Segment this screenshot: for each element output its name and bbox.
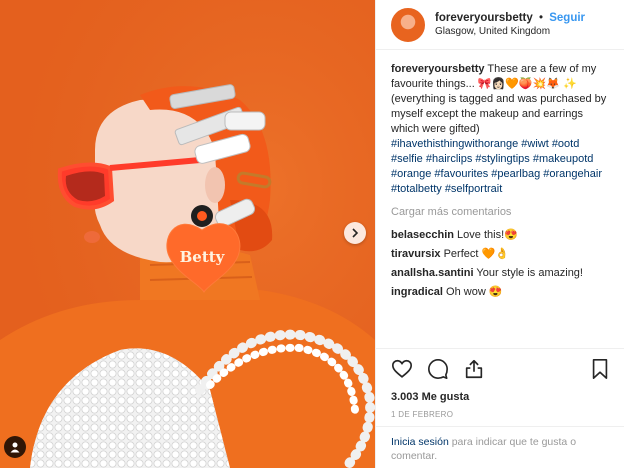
instagram-post: Betty foreveryoursbetty • Seguir Glasgow… [0,0,624,468]
earring-text: Betty [180,248,226,266]
header-separator: • [539,11,544,24]
load-more-comments-button[interactable]: Cargar más comentarios [391,205,609,220]
follow-button[interactable]: Seguir [549,12,585,24]
header-username[interactable]: foreveryoursbetty [435,12,533,24]
login-prompt: Inicia sesión para indicar que te gusta … [376,426,624,468]
comment-icon [428,358,448,379]
comment-username[interactable]: tiravursix [391,248,441,260]
comment-username[interactable]: anallsha.santini [391,267,474,279]
photo-illustration: Betty [0,0,375,468]
post-photo[interactable]: Betty [0,0,375,468]
avatar[interactable] [391,7,425,42]
next-photo-button[interactable] [344,222,366,244]
share-icon [465,359,483,378]
post-sidebar: foreveryoursbetty • Seguir Glasgow, Unit… [375,0,624,468]
comment-username[interactable]: ingradical [391,286,443,298]
comment-button[interactable] [426,357,450,381]
save-button[interactable] [588,357,612,381]
comments-section: foreveryoursbetty These are a few of my … [376,50,624,348]
like-count[interactable]: 3.003 Me gusta [376,388,624,406]
comment-item: belasecchin Love this!😍 [391,228,609,243]
comment-text: Love this!😍 [457,229,518,241]
comment-text: Oh wow 😍 [446,286,503,298]
login-link[interactable]: Inicia sesión [391,436,449,448]
heart-icon [392,359,412,378]
comment-text: Your style is amazing! [476,267,583,279]
comment-text: Perfect 🧡👌 [443,248,509,260]
comment-item: ingradical Oh wow 😍 [391,285,609,300]
chevron-right-icon [352,228,359,238]
caption-username[interactable]: foreveryoursbetty [391,63,485,75]
location-link[interactable]: Glasgow, United Kingdom [435,25,585,39]
post-header: foreveryoursbetty • Seguir Glasgow, Unit… [376,0,624,50]
header-text: foreveryoursbetty • Seguir Glasgow, Unit… [435,11,585,39]
bookmark-icon [592,358,608,379]
user-icon [10,442,20,453]
action-bar [376,348,624,388]
header-top: foreveryoursbetty • Seguir [435,11,585,25]
comment-item: anallsha.santini Your style is amazing! [391,266,609,281]
comment-username[interactable]: belasecchin [391,229,454,241]
share-button[interactable] [462,357,486,381]
post-date[interactable]: 1 DE FEBRERO [376,406,624,426]
caption-hashtags[interactable]: #ihavethisthingwithorange #wiwt #ootd #s… [391,138,602,195]
comment-item: tiravursix Perfect 🧡👌 [391,247,609,262]
tagged-users-button[interactable] [4,436,26,458]
post-caption: foreveryoursbetty These are a few of my … [391,62,609,197]
like-button[interactable] [390,357,414,381]
